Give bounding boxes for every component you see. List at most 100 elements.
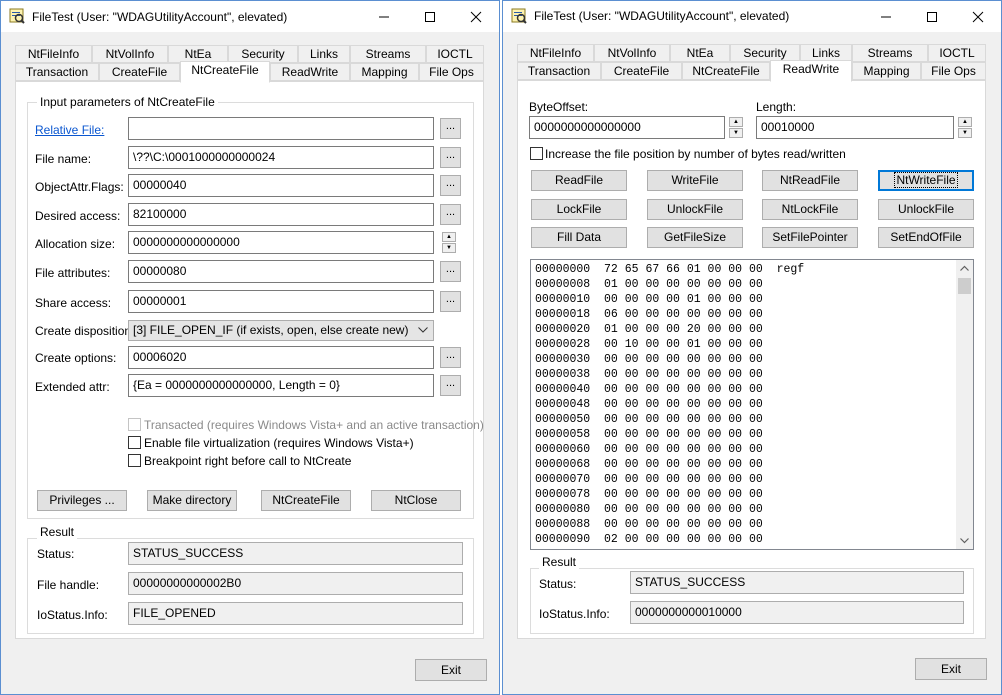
minimize-button[interactable] — [361, 1, 407, 32]
tab-mapping[interactable]: Mapping — [852, 62, 921, 80]
extended-attr-button[interactable]: ... — [440, 375, 461, 396]
hex-view[interactable]: 00000000 72 65 67 66 01 00 00 00 regf 000… — [530, 259, 974, 550]
scroll-thumb[interactable] — [958, 278, 971, 294]
relative-file-browse-button[interactable]: ... — [440, 118, 461, 139]
file-attributes-button[interactable]: ... — [440, 261, 461, 282]
hex-offset: 00000000 — [535, 263, 591, 276]
spin-up-icon[interactable]: ▲ — [729, 117, 743, 127]
getfilesize-button[interactable]: GetFileSize — [647, 227, 743, 248]
spin-down-icon[interactable]: ▼ — [958, 128, 972, 138]
relative-file-link[interactable]: Relative File: — [35, 123, 104, 137]
tab-readwrite[interactable]: ReadWrite — [770, 60, 852, 82]
ntlockfile-button[interactable]: NtLockFile — [762, 199, 858, 220]
share-access-input[interactable]: 00000001 — [128, 290, 434, 313]
maximize-button[interactable] — [909, 1, 955, 32]
desired-access-input[interactable]: 82100000 — [128, 203, 434, 226]
tab-links[interactable]: Links — [298, 45, 350, 63]
spin-up-icon[interactable]: ▲ — [958, 117, 972, 127]
tab-transaction[interactable]: Transaction — [517, 62, 601, 80]
tab-ioctl[interactable]: IOCTL — [426, 45, 484, 63]
file-name-input[interactable]: \??\C:\0001000000000024 — [128, 146, 434, 169]
fill-data-button[interactable]: Fill Data — [531, 227, 627, 248]
tab-ntfileinfo[interactable]: NtFileInfo — [517, 44, 594, 62]
hex-row: 00000080 00 00 00 00 00 00 00 00 — [535, 502, 777, 517]
unlockfile-button[interactable]: UnlockFile — [647, 199, 743, 220]
hex-row: 00000048 00 00 00 00 00 00 00 00 — [535, 397, 777, 412]
objectattr-flags-button[interactable]: ... — [440, 175, 461, 196]
status-value: STATUS_SUCCESS — [630, 571, 964, 594]
exit-button[interactable]: Exit — [415, 659, 487, 681]
relative-file-input[interactable] — [128, 117, 434, 140]
title-bar[interactable]: FileTest (User: "WDAGUtilityAccount", el… — [503, 1, 1001, 32]
file-virtualization-checkbox[interactable] — [128, 436, 141, 449]
byte-offset-input[interactable]: 0000000000000000 — [529, 116, 725, 139]
tab-createfile[interactable]: CreateFile — [601, 62, 682, 80]
allocation-size-input[interactable]: 0000000000000000 — [128, 231, 434, 254]
privileges-button[interactable]: Privileges ... — [37, 490, 127, 511]
byte-offset-spinner[interactable]: ▲ ▼ — [729, 117, 743, 138]
file-attributes-input[interactable]: 00000080 — [128, 260, 434, 283]
scroll-down-button[interactable] — [956, 532, 973, 549]
desired-access-button[interactable]: ... — [440, 204, 461, 225]
share-access-button[interactable]: ... — [440, 291, 461, 312]
make-directory-button[interactable]: Make directory — [147, 490, 237, 511]
length-label: Length: — [756, 100, 797, 114]
breakpoint-checkbox[interactable] — [128, 454, 141, 467]
setendoffile-button[interactable]: SetEndOfFile — [878, 227, 974, 248]
iostatus-info-value: 0000000000010000 — [630, 601, 964, 624]
create-options-input[interactable]: 00006020 — [128, 346, 434, 369]
transacted-checkbox[interactable] — [128, 418, 141, 431]
lockfile-button[interactable]: LockFile — [531, 199, 627, 220]
readfile-button[interactable]: ReadFile — [531, 170, 627, 191]
tab-ntcreatefile[interactable]: NtCreateFile — [180, 61, 270, 83]
ntwritefile-button[interactable]: NtWriteFile — [878, 170, 974, 191]
hex-offset: 00000090 — [535, 533, 591, 546]
tab-ntea[interactable]: NtEa — [670, 44, 730, 62]
spin-down-icon[interactable]: ▼ — [442, 243, 456, 253]
tab-ioctl[interactable]: IOCTL — [928, 44, 986, 62]
tab-ntcreatefile[interactable]: NtCreateFile — [682, 62, 770, 80]
create-disposition-select[interactable]: [3] FILE_OPEN_IF (if exists, open, else … — [128, 320, 434, 341]
tab-file-ops[interactable]: File Ops — [419, 63, 484, 81]
filetest-window-left: FileTest (User: "WDAGUtilityAccount", el… — [0, 0, 500, 695]
increase-position-checkbox[interactable] — [530, 147, 543, 160]
tab-streams[interactable]: Streams — [852, 44, 928, 62]
setfilepointer-button[interactable]: SetFilePointer — [762, 227, 858, 248]
tab-ntvolinfo[interactable]: NtVolInfo — [594, 44, 670, 62]
maximize-button[interactable] — [407, 1, 453, 32]
exit-button[interactable]: Exit — [915, 658, 987, 680]
hex-offset: 00000010 — [535, 293, 591, 306]
close-button[interactable] — [453, 1, 499, 32]
writefile-button[interactable]: WriteFile — [647, 170, 743, 191]
ntreadfile-button[interactable]: NtReadFile — [762, 170, 858, 191]
tab-createfile[interactable]: CreateFile — [99, 63, 180, 81]
extended-attr-input[interactable]: {Ea = 0000000000000000, Length = 0} — [128, 374, 434, 397]
length-spinner[interactable]: ▲ ▼ — [958, 117, 972, 138]
objectattr-flags-input[interactable]: 00000040 — [128, 174, 434, 197]
file-name-browse-button[interactable]: ... — [440, 147, 461, 168]
tab-transaction[interactable]: Transaction — [15, 63, 99, 81]
length-input[interactable]: 00010000 — [756, 116, 954, 139]
status-label: Status: — [37, 547, 75, 561]
minimize-button[interactable] — [863, 1, 909, 32]
tab-readwrite[interactable]: ReadWrite — [270, 63, 350, 81]
scroll-up-button[interactable] — [956, 260, 973, 277]
tab-streams[interactable]: Streams — [350, 45, 426, 63]
ntclose-button[interactable]: NtClose — [371, 490, 461, 511]
spin-down-icon[interactable]: ▼ — [729, 128, 743, 138]
tab-ntfileinfo[interactable]: NtFileInfo — [15, 45, 92, 63]
allocation-size-spinner[interactable]: ▲ ▼ — [442, 232, 456, 253]
close-button[interactable] — [955, 1, 1001, 32]
tab-file-ops[interactable]: File Ops — [921, 62, 986, 80]
hex-bytes: 00 00 00 00 00 00 00 00 — [604, 398, 763, 411]
create-options-button[interactable]: ... — [440, 347, 461, 368]
hex-bytes: 02 00 00 00 00 00 00 00 — [604, 533, 763, 546]
title-bar[interactable]: FileTest (User: "WDAGUtilityAccount", el… — [1, 1, 499, 32]
ntcreatefile-button[interactable]: NtCreateFile — [261, 490, 351, 511]
hex-row: 00000088 00 00 00 00 00 00 00 00 — [535, 517, 777, 532]
tab-mapping[interactable]: Mapping — [350, 63, 419, 81]
spin-up-icon[interactable]: ▲ — [442, 232, 456, 242]
tab-ntvolinfo[interactable]: NtVolInfo — [92, 45, 168, 63]
ntunlockfile-button[interactable]: UnlockFile — [878, 199, 974, 220]
vertical-scrollbar[interactable] — [956, 260, 973, 549]
